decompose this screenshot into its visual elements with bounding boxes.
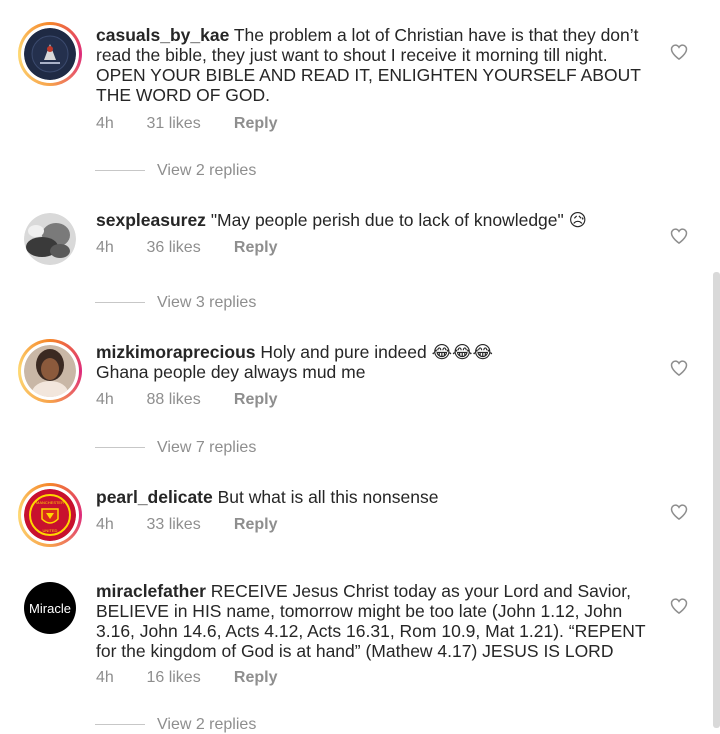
comment-age: 4h [96,239,114,256]
divider-line [95,302,145,304]
likes-count[interactable]: 31 likes [146,115,229,133]
view-replies-button[interactable]: View 7 replies [95,439,256,457]
comment-meta: 4h 36 likes Reply [96,239,277,257]
view-replies-label: View 2 replies [157,716,257,733]
avatar-text: Miracle [29,600,71,616]
avatar[interactable] [24,345,76,397]
heart-outline-icon[interactable] [669,42,689,62]
comment-meta: 4h 31 likes Reply [96,115,277,133]
view-replies-button[interactable]: View 2 replies [95,716,256,734]
comment-age: 4h [96,391,114,408]
divider-line [95,170,145,172]
likes-count[interactable]: 16 likes [146,669,229,687]
view-replies-label: View 2 replies [157,162,257,179]
username[interactable]: casuals_by_kae [96,25,229,45]
username[interactable]: sexpleasurez [96,210,206,230]
comment-text: mizkimoraprecious Holy and pure indeed 😂… [96,342,656,382]
avatar[interactable] [24,213,76,265]
view-replies-button[interactable]: View 3 replies [95,294,256,312]
reply-button[interactable]: Reply [234,239,278,257]
comment-body: "May people perish due to lack of knowle… [210,210,587,230]
likes-count[interactable]: 88 likes [146,391,229,409]
svg-text:UNITED: UNITED [43,528,58,533]
likes-count[interactable]: 33 likes [146,516,229,534]
svg-text:MANCHESTER: MANCHESTER [36,500,64,505]
avatar[interactable]: MANCHESTER UNITED [24,489,76,541]
avatar-frame[interactable] [18,207,82,271]
comment-age: 4h [96,115,114,132]
comment-body-line2: Ghana people dey always mud me [96,362,366,382]
comment-text: pearl_delicate But what is all this nons… [96,487,656,507]
story-ring[interactable] [18,339,82,403]
heart-outline-icon[interactable] [669,358,689,378]
comment-meta: 4h 33 likes Reply [96,516,277,534]
comment-text: casuals_by_kae The problem a lot of Chri… [96,25,656,105]
divider-line [95,724,145,726]
avatar[interactable]: Miracle [24,582,76,634]
comment-text: miraclefather RECEIVE Jesus Christ today… [96,581,656,661]
divider-line [95,447,145,449]
username[interactable]: pearl_delicate [96,487,213,507]
reply-button[interactable]: Reply [234,669,278,687]
reply-button[interactable]: Reply [234,516,278,534]
reply-button[interactable]: Reply [234,115,278,133]
avatar-frame[interactable]: Miracle [18,576,82,640]
comment-meta: 4h 16 likes Reply [96,669,277,687]
comment-age: 4h [96,516,114,533]
story-ring[interactable] [18,22,82,86]
comment-meta: 4h 88 likes Reply [96,391,277,409]
comment-age: 4h [96,669,114,686]
username[interactable]: miraclefather [96,581,206,601]
heart-outline-icon[interactable] [669,502,689,522]
view-replies-button[interactable]: View 2 replies [95,162,256,180]
avatar[interactable] [24,28,76,80]
comment-body: But what is all this nonsense [217,487,439,507]
scrollbar[interactable] [713,272,720,728]
heart-outline-icon[interactable] [669,226,689,246]
view-replies-label: View 3 replies [157,294,257,311]
username[interactable]: mizkimoraprecious [96,342,256,362]
story-ring[interactable]: MANCHESTER UNITED [18,483,82,547]
likes-count[interactable]: 36 likes [146,239,229,257]
heart-outline-icon[interactable] [669,596,689,616]
reply-button[interactable]: Reply [234,391,278,409]
comment-body: Holy and pure indeed 😂😂😂 [260,342,493,362]
view-replies-label: View 7 replies [157,439,257,456]
comment-text: sexpleasurez "May people perish due to l… [96,210,656,230]
